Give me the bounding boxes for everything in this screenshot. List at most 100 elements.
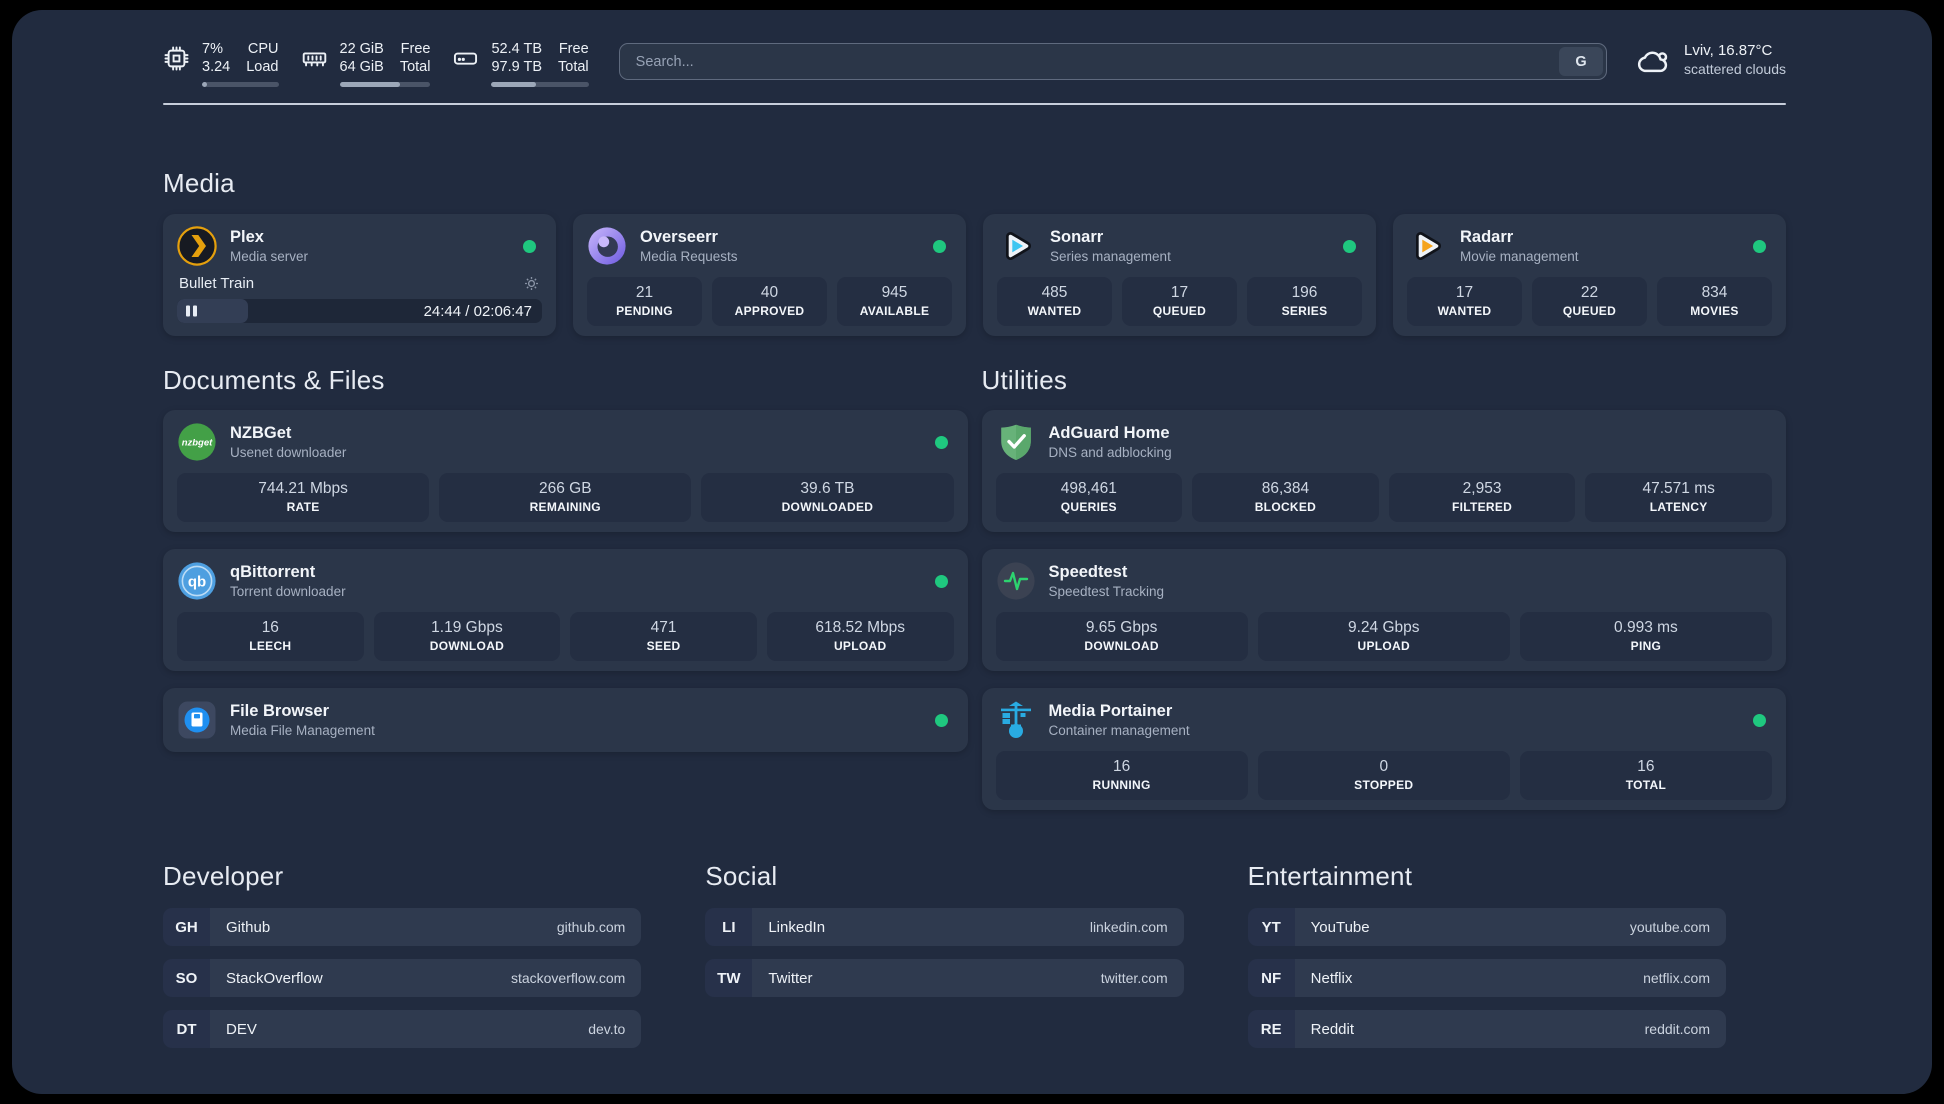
- section-title-developer: Developer: [163, 861, 284, 891]
- gear-icon[interactable]: [523, 275, 540, 292]
- stat-running: 16 RUNNING: [995, 751, 1248, 800]
- cpu-usage-label: CPU: [247, 41, 279, 57]
- stat-download: 1.19 Gbps DOWNLOAD: [373, 612, 561, 661]
- plex-icon: [177, 226, 217, 266]
- bookmark-name: StackOverflow: [226, 969, 323, 987]
- weather-condition: scattered clouds: [1684, 61, 1786, 77]
- disk-free-value: 52.4 TB: [491, 41, 543, 57]
- bookmark-youtube[interactable]: YT YouTube youtube.com: [1247, 908, 1726, 946]
- service-name: Speedtest: [1048, 563, 1128, 581]
- speedtest-icon: [996, 561, 1036, 601]
- radarr-icon: [1407, 226, 1447, 266]
- service-name: Radarr: [1460, 228, 1514, 246]
- bookmark-url: dev.to: [588, 1021, 626, 1037]
- bookmark-url: twitter.com: [1100, 970, 1168, 986]
- nzbget-icon: nzbget: [177, 422, 217, 462]
- service-card-radarr[interactable]: Radarr Movie management 17 WANTED 22 QUE…: [1393, 214, 1786, 336]
- stat-queued: 17 QUEUED: [1122, 277, 1237, 326]
- filebrowser-icon: [177, 700, 217, 740]
- section-title-entertainment: Entertainment: [1247, 861, 1413, 891]
- ram-total-value: 64 GiB: [339, 59, 384, 75]
- stat-remaining: 266 GB REMAINING: [439, 473, 692, 522]
- disk-progress-bar: [491, 82, 589, 87]
- now-playing-title: Bullet Train: [179, 275, 255, 292]
- stat-leech: 16 LEECH: [177, 612, 364, 661]
- stat-ping: 0.993 ms PING: [1519, 612, 1773, 661]
- weather-location-temp: Lviv, 16.87°C: [1684, 42, 1773, 59]
- top-bar: 7% 3.24 CPU Load 22 GiB 64 GiB Free Tota…: [12, 10, 1932, 87]
- section-title-social: Social: [705, 861, 778, 891]
- social-links-column: Social LI LinkedIn linkedin.com TW Twitt…: [705, 860, 1184, 997]
- service-card-filebrowser[interactable]: File Browser Media File Management: [163, 688, 968, 752]
- bookmark-abbr: RE: [1247, 1010, 1295, 1048]
- service-name: NZBGet: [230, 424, 292, 442]
- pause-button[interactable]: [186, 305, 197, 317]
- service-desc: Usenet downloader: [230, 445, 347, 460]
- section-title-media: Media: [163, 168, 235, 198]
- overseerr-icon: [587, 226, 627, 266]
- stat-queries: 498,461 QUERIES: [995, 473, 1183, 522]
- stat-wanted: 485 WANTED: [997, 277, 1112, 326]
- qbittorrent-icon: qb: [177, 561, 217, 601]
- media-grid: Plex Media server Bullet Train 24:44 / 0: [163, 214, 1786, 336]
- cpu-progress-bar: [202, 82, 279, 87]
- adguard-icon: [996, 422, 1036, 462]
- bookmark-github[interactable]: GH Github github.com: [163, 908, 642, 946]
- service-card-adguard[interactable]: AdGuard Home DNS and adblocking 498,461 …: [981, 410, 1786, 532]
- bookmark-twitter[interactable]: TW Twitter twitter.com: [705, 959, 1184, 997]
- ram-metric: 22 GiB 64 GiB Free Total: [301, 40, 431, 87]
- stat-pending: 21 PENDING: [587, 277, 702, 326]
- ram-free-value: 22 GiB: [339, 41, 384, 57]
- header-divider: [163, 103, 1786, 105]
- bookmark-url: linkedin.com: [1089, 919, 1168, 935]
- bookmark-stackoverflow[interactable]: SO StackOverflow stackoverflow.com: [163, 959, 642, 997]
- service-name: Media Portainer: [1048, 702, 1173, 720]
- status-dot: [934, 435, 948, 449]
- portainer-icon: [996, 700, 1036, 740]
- service-desc: Media File Management: [230, 723, 375, 738]
- service-card-portainer[interactable]: Media Portainer Container management 16 …: [981, 688, 1786, 810]
- bookmark-netflix[interactable]: NF Netflix netflix.com: [1247, 959, 1726, 997]
- service-card-speedtest[interactable]: Speedtest Speedtest Tracking 9.65 Gbps D…: [981, 549, 1786, 671]
- ram-progress-bar: [339, 82, 431, 87]
- stat-approved: 40 APPROVED: [712, 277, 827, 326]
- svg-text:nzbget: nzbget: [182, 438, 213, 449]
- search-bar: G: [618, 43, 1608, 80]
- bookmark-name: YouTube: [1310, 918, 1370, 936]
- service-card-qbittorrent[interactable]: qb qBittorrent Torrent downloader 16 LEE…: [163, 549, 968, 671]
- playback-progress-bar[interactable]: 24:44 / 02:06:47: [177, 299, 542, 323]
- status-dot: [933, 239, 946, 253]
- service-card-sonarr[interactable]: Sonarr Series management 485 WANTED 17 Q…: [983, 214, 1376, 336]
- stat-upload: 618.52 Mbps UPLOAD: [766, 612, 954, 661]
- status-dot: [934, 574, 948, 588]
- bookmark-url: reddit.com: [1644, 1021, 1710, 1037]
- service-name: Overseerr: [640, 228, 718, 246]
- cpu-load-value: 3.24: [202, 59, 231, 75]
- service-card-plex[interactable]: Plex Media server Bullet Train 24:44 / 0: [163, 214, 556, 336]
- developer-links-column: Developer GH Github github.com SO StackO…: [163, 860, 642, 1048]
- search-engine-button[interactable]: G: [1559, 47, 1604, 76]
- stat-seed: 471 SEED: [570, 612, 757, 661]
- bookmark-abbr: NF: [1247, 959, 1295, 997]
- disk-metric: 52.4 TB 97.9 TB Free Total: [452, 40, 589, 87]
- status-dot: [1753, 713, 1766, 727]
- cpu-load-label: Load: [246, 59, 279, 75]
- stat-series: 196 SERIES: [1247, 277, 1362, 326]
- playback-time: 24:44 / 02:06:47: [423, 302, 532, 320]
- service-card-overseerr[interactable]: Overseerr Media Requests 21 PENDING 40 A…: [573, 214, 966, 336]
- ram-free-label: Free: [400, 41, 431, 57]
- bookmark-dev[interactable]: DT DEV dev.to: [163, 1010, 642, 1048]
- bookmark-linkedin[interactable]: LI LinkedIn linkedin.com: [705, 908, 1184, 946]
- section-title-documents: Documents & Files: [163, 365, 385, 395]
- service-desc: DNS and adblocking: [1048, 445, 1172, 460]
- cpu-metric: 7% 3.24 CPU Load: [163, 40, 279, 87]
- search-input[interactable]: [618, 43, 1608, 80]
- cloud-icon: [1638, 51, 1668, 72]
- service-card-nzbget[interactable]: nzbget NZBGet Usenet downloader 744.21 M…: [163, 410, 968, 532]
- ram-icon: [302, 52, 326, 67]
- bookmark-reddit[interactable]: RE Reddit reddit.com: [1247, 1010, 1726, 1048]
- entertainment-links-column: Entertainment YT YouTube youtube.com NF …: [1247, 860, 1726, 1048]
- stat-stopped: 0 STOPPED: [1257, 751, 1510, 800]
- dashboard: 7% 3.24 CPU Load 22 GiB 64 GiB Free Tota…: [12, 10, 1932, 1094]
- sonarr-icon: [997, 226, 1037, 266]
